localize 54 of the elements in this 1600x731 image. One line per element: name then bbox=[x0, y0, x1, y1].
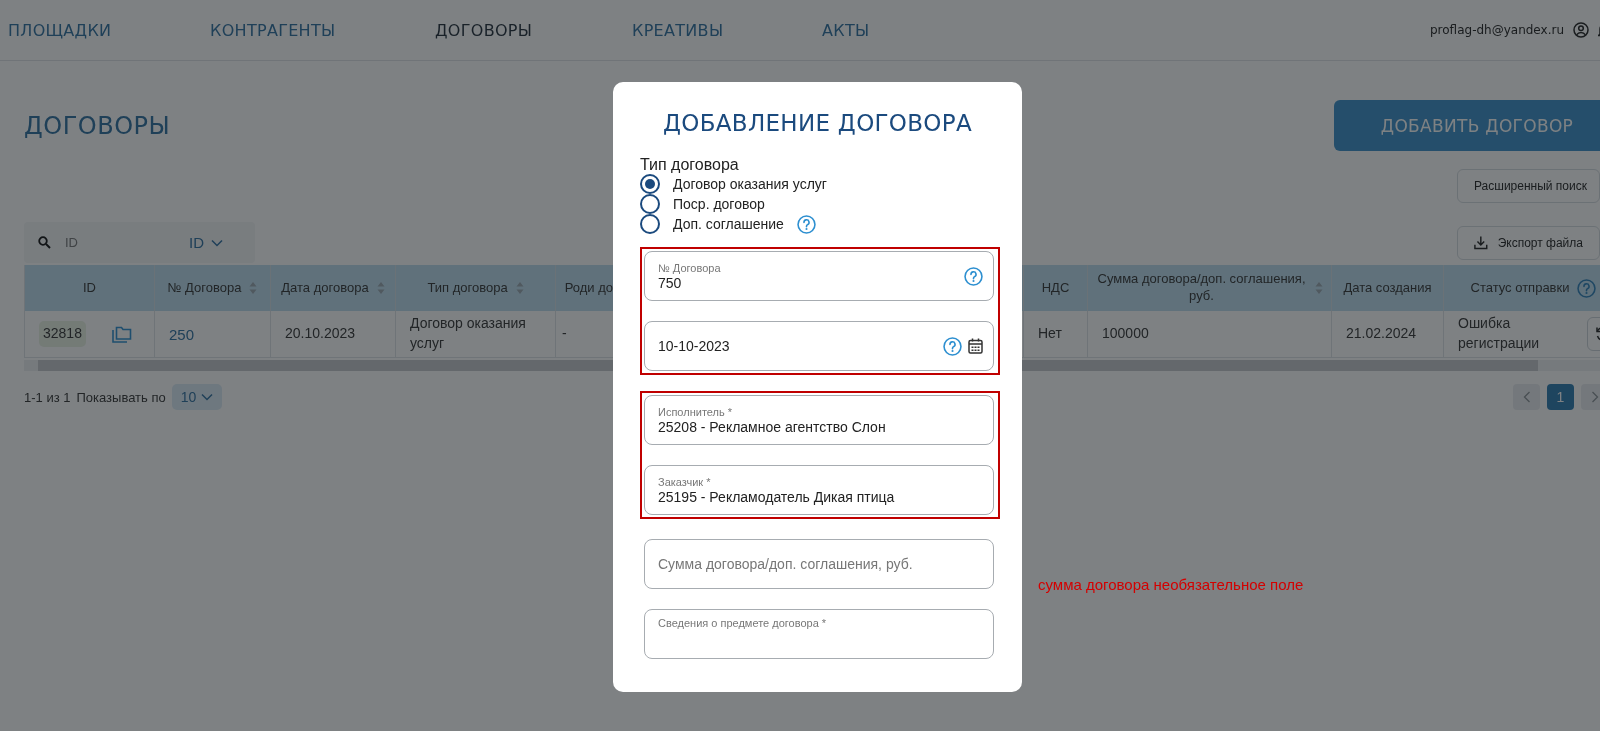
column-header[interactable]: № Договора bbox=[155, 265, 271, 311]
radio-option[interactable]: Поср. договор bbox=[640, 194, 765, 214]
id-badge: 32818 bbox=[39, 321, 86, 347]
field-value: 25208 - Рекламное агентство Слон bbox=[658, 418, 887, 435]
field-label: Заказчик * bbox=[658, 475, 712, 488]
user-email: proflag-dh@yandex.ru bbox=[1430, 23, 1564, 37]
table-cell: Нет bbox=[1024, 311, 1088, 358]
contract-link[interactable]: 250 bbox=[169, 323, 195, 345]
column-header[interactable]: Дата договора bbox=[271, 265, 396, 311]
field-value: 10-10-2023 bbox=[658, 338, 731, 354]
field-value: 750 bbox=[658, 274, 683, 291]
input-field[interactable]: Сведения о предмете договора * bbox=[644, 609, 994, 659]
table-cell: 20.10.2023 bbox=[271, 311, 396, 358]
nav-link[interactable]: КОНТРАГЕНТЫ bbox=[210, 20, 336, 40]
add-contract-button[interactable]: ДОБАВИТЬ ДОГОВОР bbox=[1334, 100, 1600, 151]
field-value: 25195 - Рекламодатель Дикая птица bbox=[658, 488, 896, 505]
column-header[interactable]: Тип договора bbox=[396, 265, 556, 311]
nav-link[interactable]: КРЕАТИВЫ bbox=[632, 20, 724, 40]
column-header[interactable]: Дата создания bbox=[1332, 265, 1444, 311]
input-field[interactable]: Заказчик * 25195 - Рекламодатель Дикая птица bbox=[644, 465, 994, 515]
export-button[interactable]: Экспорт файла bbox=[1457, 225, 1600, 260]
search-input[interactable]: ID bbox=[65, 235, 175, 250]
results-count: 1-1 из 1 bbox=[24, 389, 71, 405]
field-label: Исполнитель * bbox=[658, 405, 734, 418]
input-field[interactable]: 10-10-2023 bbox=[644, 321, 994, 371]
nav-link[interactable]: ДОГОВОРЫ bbox=[435, 20, 533, 40]
table-cell: Договор оказания услуг bbox=[396, 311, 556, 358]
column-header[interactable]: Сумма договора/доп. соглашения, руб. bbox=[1088, 265, 1332, 311]
table-cell: 21.02.2024 bbox=[1332, 311, 1444, 358]
section-label: Тип договора bbox=[640, 156, 740, 174]
column-header[interactable]: Статус отправки bbox=[1444, 265, 1600, 311]
field-label: № Договора bbox=[658, 261, 722, 274]
column-header[interactable]: ID bbox=[25, 265, 155, 311]
table-cell-text: Ошибка регистрации bbox=[1458, 314, 1541, 353]
per-page-select[interactable]: 10 bbox=[171, 384, 223, 410]
field-placeholder: Сумма договора/доп. соглашения, руб. bbox=[658, 556, 914, 572]
column-header[interactable]: НДС bbox=[1024, 265, 1088, 311]
input-field[interactable]: Исполнитель * 25208 - Рекламное агентство Слон bbox=[644, 395, 994, 445]
page-title: ДОГОВОРЫ bbox=[24, 111, 171, 140]
page-button[interactable]: 1 bbox=[1547, 384, 1574, 410]
radio-option[interactable]: Доп. соглашение bbox=[640, 214, 816, 234]
column-header[interactable]: Роди до bbox=[556, 265, 614, 311]
radio-option[interactable]: Договор оказания услуг bbox=[640, 174, 827, 194]
per-page-label: Показывать по bbox=[76, 389, 166, 405]
input-field[interactable]: № Договора 750 bbox=[644, 251, 994, 301]
input-field[interactable]: Сумма договора/доп. соглашения, руб. bbox=[644, 539, 994, 589]
nav-link[interactable]: ПЛОЩАДКИ bbox=[8, 20, 112, 40]
advanced-search-button[interactable]: Расширенный поиск bbox=[1457, 169, 1600, 203]
search-field-select[interactable]: ID bbox=[189, 234, 223, 251]
dialog-title: ДОБАВЛЕНИЕ ДОГОВОРА bbox=[662, 110, 973, 136]
table-cell: 100000 bbox=[1088, 311, 1332, 358]
annotation-text: сумма договора необязательное поле bbox=[1038, 576, 1304, 593]
field-label: Сведения о предмете договора * bbox=[658, 617, 828, 629]
nav-link[interactable]: АКТЫ bbox=[822, 20, 870, 40]
